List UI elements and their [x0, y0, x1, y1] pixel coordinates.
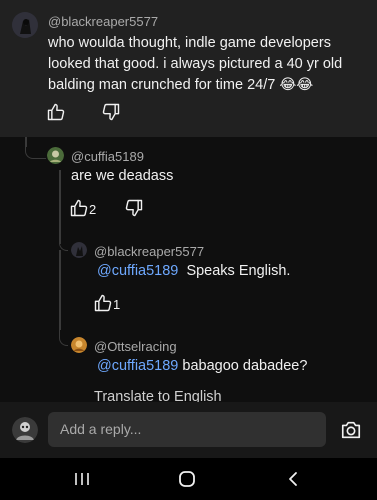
reply-input[interactable]: Add a reply...: [48, 412, 326, 447]
reply-author[interactable]: @Ottselracing: [94, 339, 177, 354]
thread-connector: [59, 236, 68, 251]
reply-body: babagoo dabadee?: [182, 358, 308, 374]
dislike-button[interactable]: [99, 100, 123, 124]
comment-line: looked that good. i always pictured a 40…: [48, 56, 343, 72]
avatar[interactable]: [71, 337, 87, 353]
avatar[interactable]: [12, 12, 38, 38]
avatar[interactable]: [47, 147, 64, 164]
reply-text: @cuffia5189 Speaks English.: [97, 261, 290, 282]
comment-line: who woulda thought, indle game developer…: [48, 35, 331, 51]
reply-body: Speaks English.: [186, 263, 291, 279]
recent-apps-icon: [75, 473, 89, 485]
reply-author[interactable]: @blackreaper5577: [94, 244, 204, 259]
comment-author[interactable]: @blackreaper5577: [48, 14, 158, 29]
comment-text: who woulda thought, indle game developer…: [48, 33, 368, 96]
dislike-button[interactable]: [122, 196, 146, 220]
thread-connector: [59, 330, 68, 346]
reply-text: @cuffia5189 babagoo dabadee?: [97, 356, 307, 377]
thread-line: [59, 250, 61, 330]
like-button[interactable]: [67, 196, 91, 220]
mention-link[interactable]: @cuffia5189: [97, 358, 178, 374]
avatar[interactable]: [71, 242, 87, 258]
like-count: 1: [113, 297, 121, 312]
camera-icon: [341, 421, 361, 439]
thumbs-up-icon: [47, 103, 65, 121]
like-button[interactable]: [91, 291, 115, 315]
recent-apps-button[interactable]: [70, 467, 94, 491]
thumbs-up-icon: [94, 294, 112, 312]
thread-connector: [25, 137, 46, 159]
thumbs-up-icon: [70, 199, 88, 217]
camera-button[interactable]: [339, 418, 363, 442]
comment-line: balding man crunched for time 24/7 😂😂: [48, 77, 314, 93]
user-avatar: [12, 417, 38, 443]
like-count: 2: [89, 202, 97, 217]
thread-line: [59, 170, 61, 244]
thumbs-down-icon: [102, 103, 120, 121]
back-icon: [289, 472, 297, 486]
home-icon: [179, 471, 195, 487]
mention-link[interactable]: @cuffia5189: [97, 263, 178, 279]
like-button[interactable]: [44, 100, 68, 124]
home-button[interactable]: [175, 467, 199, 491]
reply-text: are we deadass: [71, 168, 174, 184]
back-button[interactable]: [282, 467, 306, 491]
thumbs-down-icon: [125, 199, 143, 217]
reply-author[interactable]: @cuffia5189: [71, 149, 144, 164]
